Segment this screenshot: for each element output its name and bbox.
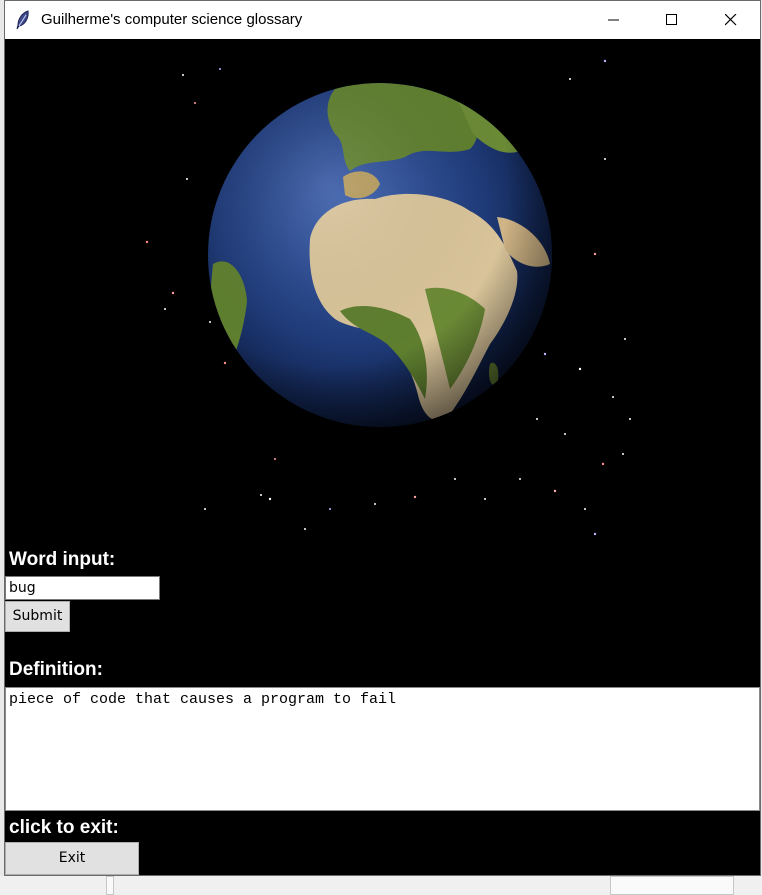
taskbar-item [610, 876, 734, 895]
word-input[interactable] [5, 576, 160, 600]
window-title: Guilherme's computer science glossary [41, 11, 303, 28]
exit-label: click to exit: [9, 817, 119, 838]
definition-textbox[interactable]: piece of code that causes a program to f… [5, 687, 760, 811]
minimize-icon [608, 19, 619, 21]
exit-button[interactable]: Exit [5, 842, 139, 875]
minimize-button[interactable] [585, 1, 643, 39]
definition-label: Definition: [9, 659, 103, 680]
app-window: Guilherme's computer science glossary Wo… [4, 0, 761, 876]
maximize-button[interactable] [643, 1, 701, 39]
title-bar[interactable]: Guilherme's computer science glossary [5, 1, 760, 39]
word-input-label: Word input: [9, 549, 116, 570]
feather-icon [15, 10, 31, 30]
close-icon [725, 14, 737, 26]
window-client-area: Word input: Submit Definition: piece of … [5, 39, 760, 875]
submit-button[interactable]: Submit [5, 601, 70, 632]
maximize-icon [666, 14, 677, 25]
desktop-edge [106, 876, 114, 895]
close-button[interactable] [702, 1, 760, 39]
earth-globe-image [145, 59, 631, 536]
